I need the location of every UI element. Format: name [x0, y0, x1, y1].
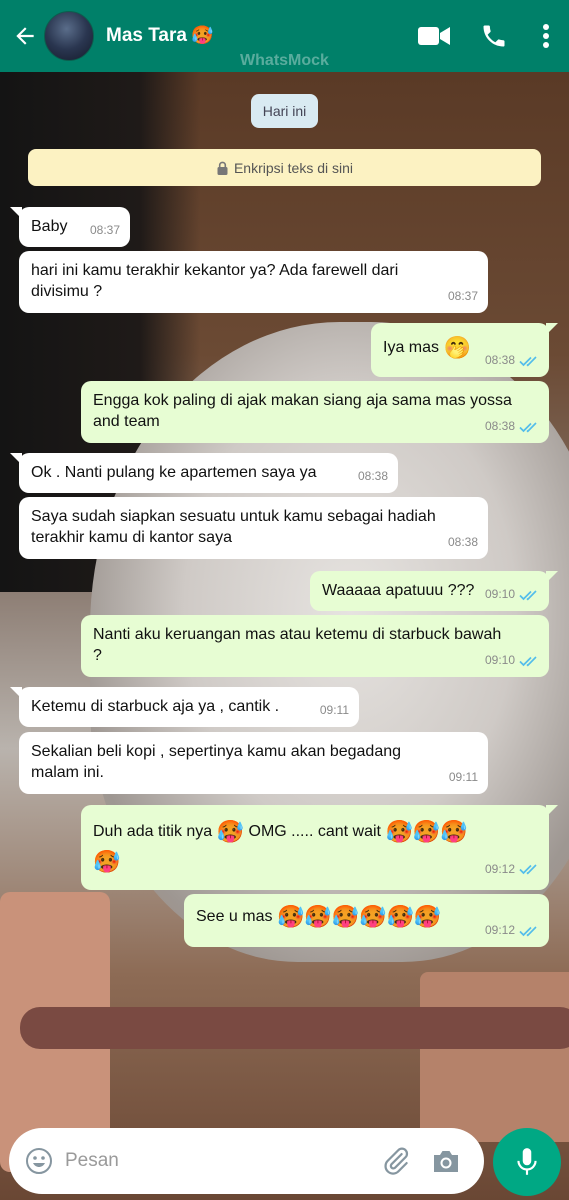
message-emoji: 🥵🥵🥵: [385, 819, 468, 844]
paperclip-icon[interactable]: [376, 1141, 416, 1181]
message-text: Waaaaa apatuuu ???: [322, 582, 475, 599]
encryption-notice[interactable]: Enkripsi teks di sini: [28, 149, 541, 186]
message-time: 08:37: [447, 289, 478, 303]
message-in[interactable]: hari ini kamu terakhir kekantor ya? Ada …: [19, 251, 488, 313]
message-composer: Pesan: [9, 1128, 484, 1194]
message-text: Ok . Nanti pulang ke apartemen saya ya: [31, 464, 317, 481]
message-out[interactable]: Nanti aku keruangan mas atau ketemu di s…: [81, 615, 549, 677]
double-check-icon: [519, 925, 537, 937]
message-time: 09:12: [485, 920, 539, 941]
encryption-notice-text: Enkripsi teks di sini: [233, 159, 354, 176]
message-text: Saya sudah siapkan sesuatu untuk kamu se…: [31, 508, 436, 546]
message-in[interactable]: Baby 08:37: [10, 207, 130, 247]
message-text: hari ini kamu terakhir kekantor ya? Ada …: [31, 262, 399, 300]
message-time: 08:37: [89, 223, 120, 237]
contact-name[interactable]: Mas Tara 🥵: [106, 25, 411, 47]
mic-button[interactable]: [493, 1128, 561, 1196]
camera-icon[interactable]: [426, 1141, 466, 1181]
message-time: 09:11: [448, 770, 478, 784]
double-check-icon: [519, 355, 537, 367]
message-text: Sekalian beli kopi , sepertinya kamu aka…: [31, 743, 402, 781]
message-emoji: 🥵: [216, 819, 245, 844]
message-text: Ketemu di starbuck aja ya , cantik .: [31, 698, 280, 715]
message-time: 08:38: [447, 535, 478, 549]
watermark: WhatsMock: [240, 52, 329, 69]
message-text: OMG ..... cant wait: [248, 823, 381, 840]
message-in[interactable]: Ketemu di starbuck aja ya , cantik . 09:…: [10, 687, 359, 727]
mic-icon: [517, 1148, 537, 1175]
message-time: 09:10: [485, 584, 539, 605]
message-out[interactable]: Engga kok paling di ajak makan siang aja…: [81, 381, 549, 443]
message-in[interactable]: Ok . Nanti pulang ke apartemen saya ya 0…: [10, 453, 398, 493]
lock-icon: [217, 161, 228, 175]
message-out[interactable]: See u mas 🥵🥵🥵🥵🥵🥵 09:12: [184, 894, 549, 947]
message-text: See u mas: [196, 908, 273, 925]
message-emoji: 🤭: [443, 335, 471, 360]
back-arrow-icon[interactable]: [8, 19, 42, 53]
message-in[interactable]: Saya sudah siapkan sesuatu untuk kamu se…: [19, 497, 488, 559]
contact-name-emoji: 🥵: [190, 25, 214, 45]
message-text: Baby: [31, 218, 68, 235]
message-out[interactable]: Duh ada titik nya 🥵 OMG ..... cant wait …: [81, 805, 558, 890]
message-time: 08:38: [485, 350, 539, 371]
double-check-icon: [519, 655, 537, 667]
message-out[interactable]: Waaaaa apatuuu ??? 09:10: [310, 571, 558, 611]
message-in[interactable]: Sekalian beli kopi , sepertinya kamu aka…: [19, 732, 488, 794]
message-emoji: 🥵🥵🥵🥵🥵🥵: [276, 904, 442, 929]
message-text: Nanti aku keruangan mas atau ketemu di s…: [93, 626, 502, 664]
message-input[interactable]: Pesan: [65, 1150, 376, 1172]
message-time: 09:12: [485, 854, 539, 884]
message-time: 09:11: [319, 703, 349, 717]
message-time: 09:10: [485, 650, 539, 671]
message-time: 08:38: [357, 469, 388, 483]
message-text: Duh ada titik nya: [93, 823, 213, 840]
smile-icon[interactable]: [23, 1145, 55, 1177]
double-check-icon: [519, 421, 537, 433]
message-time: 08:38: [485, 416, 539, 437]
contact-name-text: Mas Tara: [106, 25, 187, 46]
message-out[interactable]: Iya mas 🤭 08:38: [371, 323, 558, 377]
double-check-icon: [519, 589, 537, 601]
double-check-icon: [519, 864, 537, 875]
message-emoji: 🥵: [93, 849, 121, 874]
message-text: Engga kok paling di ajak makan siang aja…: [93, 392, 512, 430]
message-text: Iya mas: [383, 339, 440, 356]
date-chip: Hari ini: [251, 94, 318, 128]
